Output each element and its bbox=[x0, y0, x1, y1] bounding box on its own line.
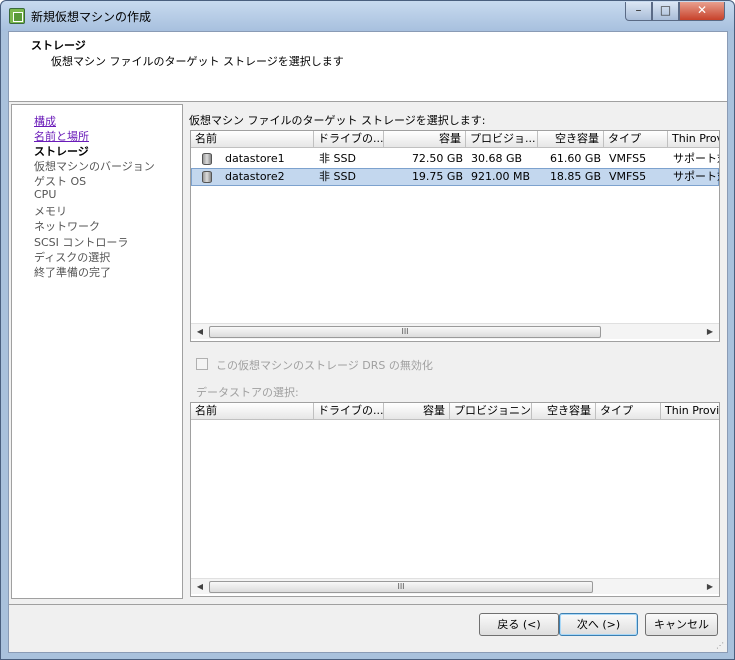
scroll-right-arrow-icon[interactable]: ▶ bbox=[703, 580, 717, 594]
row-name: datastore2 bbox=[225, 170, 285, 183]
next-button[interactable]: 次へ (>) bbox=[559, 613, 638, 636]
nav-item-network: ネットワーク bbox=[34, 220, 100, 233]
wizard-client: ストレージ 仮想マシン ファイルのターゲット ストレージを選択します 構成 名前… bbox=[8, 31, 728, 653]
scroll-thumb[interactable]: III bbox=[209, 326, 601, 338]
row-free: 61.60 GB bbox=[549, 152, 601, 165]
col-header-free[interactable]: 空き容量 bbox=[532, 403, 596, 420]
datastore-icon bbox=[202, 153, 212, 165]
col-header-capacity[interactable]: 容量 bbox=[384, 403, 450, 420]
storage-select-label: 仮想マシン ファイルのターゲット ストレージを選択します: bbox=[189, 114, 486, 127]
col-header-type[interactable]: タイプ bbox=[596, 403, 661, 420]
datastore-select-label: データストアの選択: bbox=[196, 386, 299, 399]
nav-item-cpu: CPU bbox=[34, 188, 57, 201]
minimize-button[interactable]: – bbox=[625, 2, 652, 21]
wizard-header: ストレージ 仮想マシン ファイルのターゲット ストレージを選択します bbox=[9, 32, 727, 102]
sdrs-checkbox-label: この仮想マシンのストレージ DRS の無効化 bbox=[216, 359, 433, 372]
nav-item-guest-os: ゲスト OS bbox=[34, 175, 87, 188]
nav-item-memory: メモリ bbox=[34, 205, 67, 218]
scroll-thumb[interactable]: III bbox=[209, 581, 593, 593]
row-drive: 非 SSD bbox=[319, 170, 356, 183]
row-thin: サポート対 bbox=[673, 170, 719, 183]
col-header-drive[interactable]: ドライブの... bbox=[314, 131, 384, 148]
datastore-table[interactable]: 名前 ドライブの... 容量 プロビジョ... 空き容量 タイプ Thin Pr… bbox=[190, 130, 720, 342]
datastore-icon bbox=[202, 171, 212, 183]
wizard-window: 新規仮想マシンの作成 – □ ✕ ストレージ 仮想マシン ファイルのターゲット … bbox=[0, 0, 735, 660]
col-header-thin[interactable]: Thin Prov bbox=[668, 131, 719, 148]
nav-item-storage: ストレージ bbox=[34, 145, 89, 158]
nav-item-disk: ディスクの選択 bbox=[34, 251, 111, 264]
scroll-left-arrow-icon[interactable]: ◀ bbox=[193, 325, 207, 339]
step-nav: 構成 名前と場所 ストレージ 仮想マシンのバージョン ゲスト OS CPU メモ… bbox=[11, 104, 183, 599]
nav-item-config[interactable]: 構成 bbox=[34, 113, 56, 129]
maximize-button[interactable]: □ bbox=[652, 2, 679, 21]
selection-table-hscrollbar[interactable]: ◀ III ▶ bbox=[191, 578, 719, 594]
selection-table[interactable]: 名前 ドライブの... 容量 プロビジョニン... 空き容量 タイプ Thin … bbox=[190, 402, 720, 597]
row-provisioned: 921.00 MB bbox=[471, 170, 531, 183]
row-type: VMFS5 bbox=[609, 170, 647, 183]
col-header-provisioned[interactable]: プロビジョ... bbox=[466, 131, 538, 148]
vm-wizard-icon bbox=[9, 8, 25, 24]
datastore-table-hscrollbar[interactable]: ◀ III ▶ bbox=[191, 323, 719, 339]
row-type: VMFS5 bbox=[609, 152, 647, 165]
col-header-free[interactable]: 空き容量 bbox=[538, 131, 604, 148]
col-header-name[interactable]: 名前 bbox=[191, 131, 314, 148]
row-capacity: 72.50 GB bbox=[411, 152, 463, 165]
table-header: 名前 ドライブの... 容量 プロビジョニン... 空き容量 タイプ Thin … bbox=[191, 403, 719, 420]
col-header-type[interactable]: タイプ bbox=[604, 131, 668, 148]
sdrs-disable-checkbox[interactable] bbox=[196, 358, 208, 370]
nav-item-scsi: SCSI コントローラ bbox=[34, 236, 129, 249]
cancel-button[interactable]: キャンセル bbox=[645, 613, 718, 636]
back-button[interactable]: 戻る (<) bbox=[479, 613, 559, 636]
table-row[interactable]: datastore1 非 SSD 72.50 GB 30.68 GB 61.60… bbox=[191, 150, 719, 168]
col-header-drive[interactable]: ドライブの... bbox=[314, 403, 384, 420]
table-row-selected[interactable]: datastore2 非 SSD 19.75 GB 921.00 MB 18.8… bbox=[191, 168, 719, 186]
row-free: 18.85 GB bbox=[549, 170, 601, 183]
col-header-name[interactable]: 名前 bbox=[191, 403, 314, 420]
nav-item-vm-version: 仮想マシンのバージョン bbox=[34, 160, 155, 173]
table-header: 名前 ドライブの... 容量 プロビジョ... 空き容量 タイプ Thin Pr… bbox=[191, 131, 719, 148]
nav-item-finish: 終了準備の完了 bbox=[34, 266, 111, 279]
window-title: 新規仮想マシンの作成 bbox=[31, 10, 152, 24]
title-bar[interactable]: 新規仮想マシンの作成 – □ ✕ bbox=[1, 1, 734, 31]
scroll-left-arrow-icon[interactable]: ◀ bbox=[193, 580, 207, 594]
col-header-provisioned[interactable]: プロビジョニン... bbox=[450, 403, 532, 420]
row-provisioned: 30.68 GB bbox=[471, 152, 523, 165]
row-capacity: 19.75 GB bbox=[411, 170, 463, 183]
page-subtitle: 仮想マシン ファイルのターゲット ストレージを選択します bbox=[51, 55, 344, 68]
row-thin: サポート対 bbox=[673, 152, 719, 165]
close-button[interactable]: ✕ bbox=[679, 2, 725, 21]
row-name: datastore1 bbox=[225, 152, 285, 165]
col-header-capacity[interactable]: 容量 bbox=[384, 131, 466, 148]
footer-divider bbox=[9, 604, 727, 605]
row-drive: 非 SSD bbox=[319, 152, 356, 165]
col-header-thin[interactable]: Thin Provi bbox=[661, 403, 719, 420]
scroll-right-arrow-icon[interactable]: ▶ bbox=[703, 325, 717, 339]
page-title: ストレージ bbox=[31, 39, 86, 52]
nav-item-name-location[interactable]: 名前と場所 bbox=[34, 128, 89, 144]
resize-grip-icon[interactable]: ⋰ bbox=[716, 641, 726, 651]
